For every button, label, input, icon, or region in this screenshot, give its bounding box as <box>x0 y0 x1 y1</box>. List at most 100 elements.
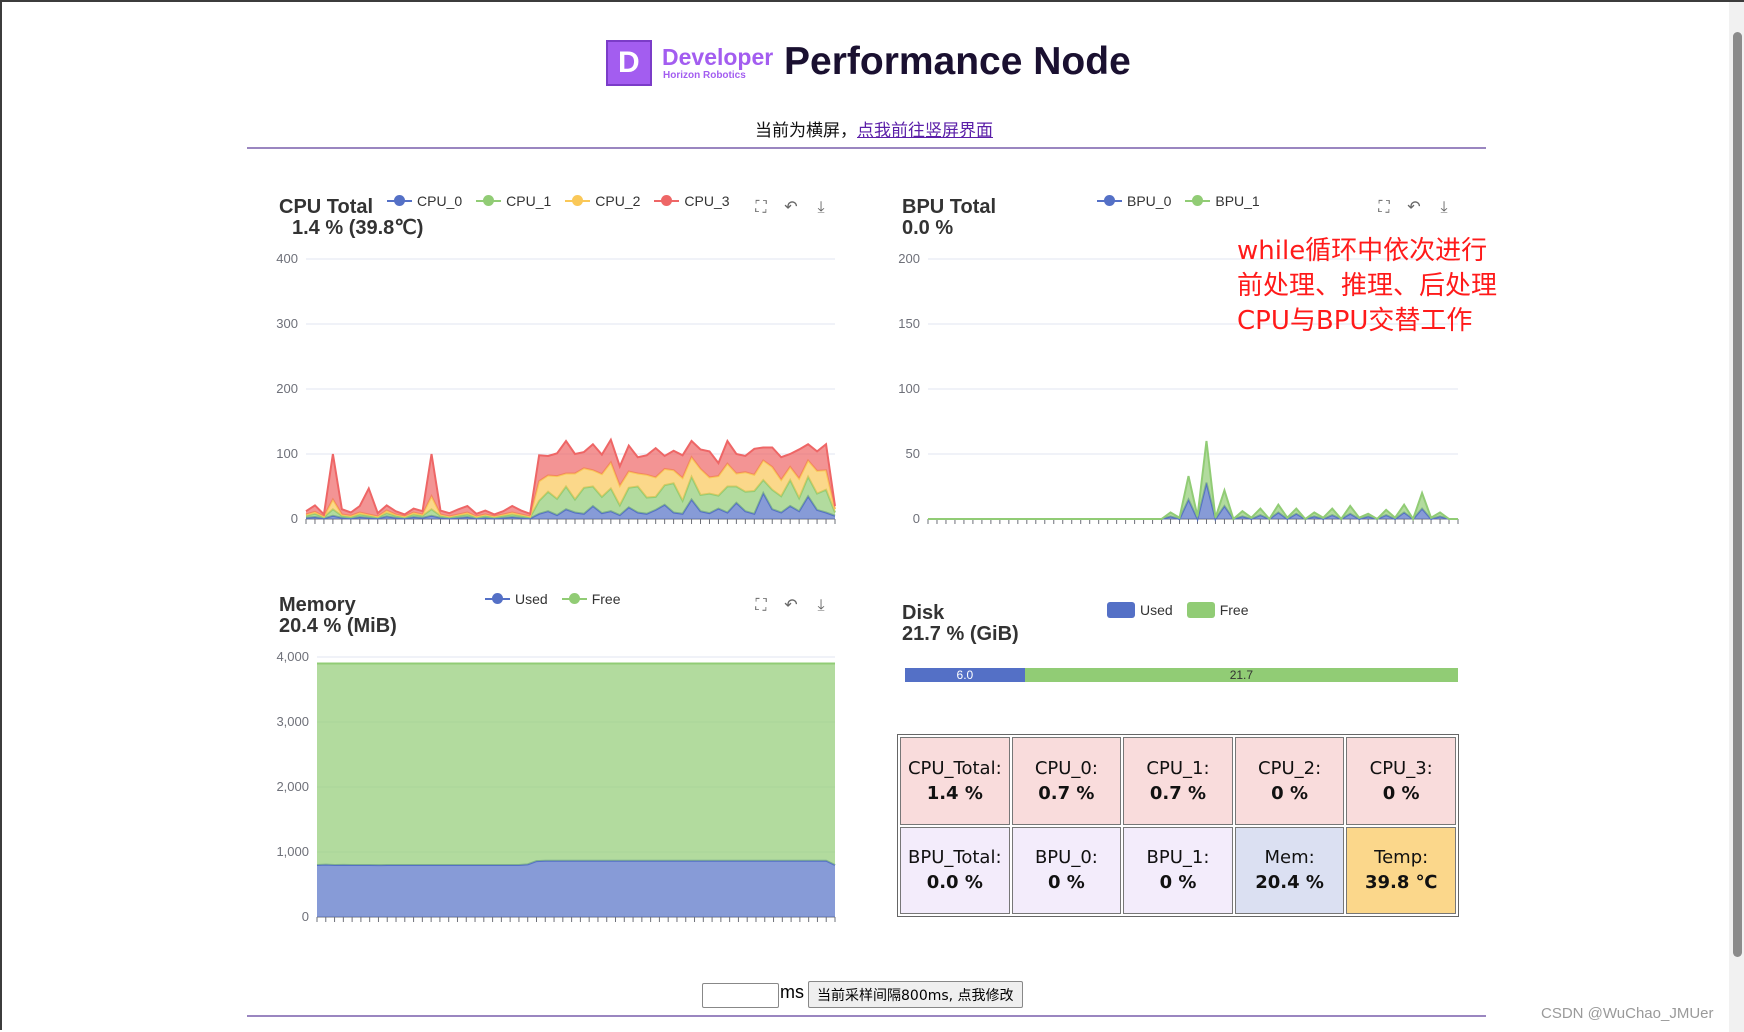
stat-label: CPU_3: <box>1369 757 1433 779</box>
disk-bar-used: 6.0 <box>905 668 1025 682</box>
chart-title: Disk 21.7 % (GiB) <box>902 603 1019 645</box>
legend-label: BPU_0 <box>1127 193 1172 209</box>
chart-title-text: Memory <box>279 594 356 616</box>
legend-item[interactable]: Used <box>1107 602 1173 618</box>
legend-swatch <box>1107 602 1135 618</box>
y-tick-label: 300 <box>276 316 298 331</box>
legend-item[interactable]: CPU_1 <box>476 193 551 209</box>
stat-cell: CPU_Total: 1.4 % <box>900 737 1010 825</box>
legend-item[interactable]: Free <box>1186 602 1249 618</box>
stat-label: CPU_Total: <box>907 757 1002 779</box>
stat-cell: BPU_0: 0 % <box>1011 826 1122 914</box>
y-tick-label: 200 <box>898 251 920 266</box>
orientation-note: 当前为横屏，点我前往竖屏界面 <box>755 121 993 141</box>
legend-item[interactable]: Free <box>561 591 620 607</box>
legend-label: CPU_3 <box>684 193 730 209</box>
stat-value: 1.4 % <box>926 782 983 804</box>
stat-cell: Temp: 39.8 ℃ <box>1346 826 1456 914</box>
y-tick-label: 0 <box>302 909 309 924</box>
zoom-icon[interactable]: ⛶ <box>1375 198 1393 216</box>
logo: D <box>606 40 652 86</box>
chart-subtitle: 20.4 % (MiB) <box>279 615 397 637</box>
download-icon[interactable]: ⤓ <box>812 596 830 614</box>
stat-label: CPU_0: <box>1034 757 1098 779</box>
legend-label: Free <box>1219 602 1249 618</box>
legend-swatch <box>1186 602 1215 618</box>
chart-title-text: Disk <box>902 602 945 624</box>
stat-cell: BPU_1: 0 % <box>1123 826 1233 914</box>
y-tick-label: 1,000 <box>276 844 309 859</box>
watermark: CSDN @WuChao_JMUer <box>1541 1005 1714 1022</box>
legend-swatch <box>1185 195 1211 206</box>
y-tick-label: 100 <box>898 381 920 396</box>
stat-cell: CPU_0: 0.7 % <box>1011 737 1122 825</box>
legend-label: CPU_2 <box>595 193 641 209</box>
chart-legend: BPU_0 BPU_1 <box>1097 193 1260 209</box>
logo-subtext: Horizon Robotics <box>663 70 746 81</box>
legend-item[interactable]: CPU_3 <box>654 193 730 209</box>
chart-plot: 0 1,000 2,000 3,000 4,000 <box>276 649 836 924</box>
y-tick-label: 50 <box>906 446 920 461</box>
area-Used <box>317 860 835 917</box>
divider <box>247 147 1486 149</box>
scrollbar-thumb[interactable] <box>1733 32 1742 957</box>
restore-icon[interactable]: ↶ <box>782 596 800 614</box>
stat-value: 0.7 % <box>1149 782 1207 804</box>
chart-plot: 0 100 200 300 400 <box>276 251 836 526</box>
chart-subtitle: 21.7 % (GiB) <box>902 623 1019 645</box>
stat-label: CPU_2: <box>1258 757 1322 779</box>
chart-title-text: BPU Total <box>902 196 997 218</box>
bar-label: 6.0 <box>956 668 974 682</box>
chart-title: Memory 20.4 % (MiB) <box>279 595 397 637</box>
download-icon[interactable]: ⤓ <box>1435 198 1453 216</box>
change-interval-button[interactable]: 当前采样间隔800ms, 点我修改 <box>808 981 1023 1008</box>
stat-value: 0.0 % <box>926 872 983 894</box>
chart-legend: Used Free <box>485 591 620 607</box>
legend-item[interactable]: BPU_1 <box>1185 193 1260 209</box>
y-tick-label: 0 <box>291 511 298 526</box>
chart-title-text: CPU Total <box>279 196 374 218</box>
stat-label: CPU_1: <box>1146 757 1210 779</box>
stat-cell: BPU_Total: 0.0 % <box>900 826 1010 914</box>
stat-value: 39.8 ℃ <box>1364 872 1438 894</box>
download-icon[interactable]: ⤓ <box>812 198 830 216</box>
stat-label: Temp: <box>1374 847 1429 869</box>
stat-cell: Mem: 20.4 % <box>1234 826 1345 914</box>
zoom-icon[interactable]: ⛶ <box>752 596 770 614</box>
legend-item[interactable]: CPU_2 <box>565 193 640 209</box>
stat-cell: CPU_3: 0 % <box>1346 737 1456 825</box>
legend-swatch <box>561 593 587 604</box>
bar-label: 21.7 <box>1229 668 1254 682</box>
stat-label: BPU_Total: <box>908 847 1002 869</box>
chart-legend: Used Free <box>1107 602 1248 618</box>
y-tick-label: 0 <box>913 511 920 526</box>
stat-value: 20.4 % <box>1255 872 1324 894</box>
page-title: Performance Node <box>784 40 1131 83</box>
y-tick-label: 4,000 <box>276 649 309 664</box>
logo-text: Developer <box>662 44 774 70</box>
stats-table: CPU_Total: 1.4 % CPU_0: 0.7 % CPU_1: 0.7 % CPU… <box>897 734 1459 917</box>
chart-title: BPU Total 0.0 % <box>902 197 996 239</box>
legend-label: Used <box>1140 602 1173 618</box>
area-BPU_1 <box>928 441 1458 519</box>
portrait-link[interactable]: 点我前往竖屏界面 <box>857 121 993 141</box>
stat-cell: CPU_1: 0.7 % <box>1123 737 1233 825</box>
legend-swatch <box>654 195 680 206</box>
stat-label: Mem: <box>1264 847 1315 869</box>
legend-swatch <box>485 593 510 604</box>
legend-swatch <box>387 195 412 206</box>
zoom-icon[interactable]: ⛶ <box>752 198 770 216</box>
stat-label: BPU_0: <box>1034 847 1098 869</box>
chart-legend: CPU_0 CPU_1 CPU_2 CPU_3 <box>387 193 730 209</box>
y-tick-label: 400 <box>276 251 298 266</box>
y-tick-label: 2,000 <box>276 779 309 794</box>
legend-swatch <box>1097 195 1122 206</box>
restore-icon[interactable]: ↶ <box>782 198 800 216</box>
legend-item[interactable]: CPU_0 <box>387 193 462 209</box>
disk-bar: 6.0 21.7 <box>905 668 1458 682</box>
legend-item[interactable]: BPU_0 <box>1097 193 1171 209</box>
interval-input[interactable] <box>702 983 779 1008</box>
restore-icon[interactable]: ↶ <box>1405 198 1423 216</box>
legend-label: CPU_0 <box>417 193 463 209</box>
legend-item[interactable]: Used <box>485 591 548 607</box>
